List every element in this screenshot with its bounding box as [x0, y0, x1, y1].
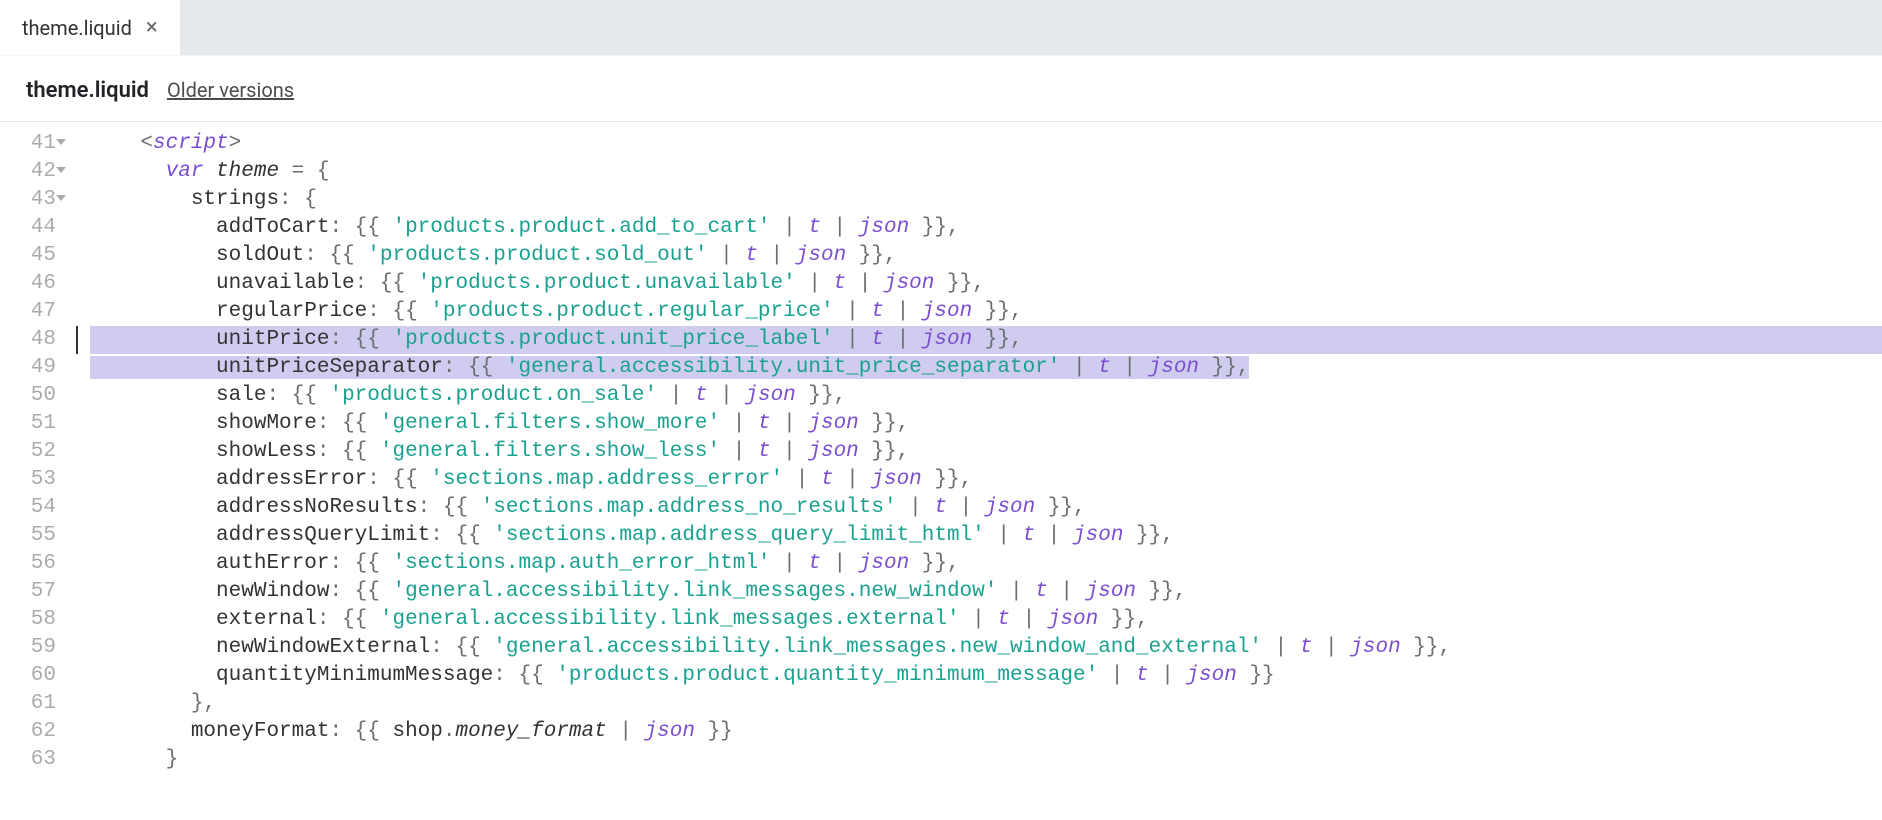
code-line[interactable]: regularPrice: {{ 'products.product.regul…: [90, 298, 1882, 326]
older-versions-link[interactable]: Older versions: [167, 78, 294, 102]
code-line[interactable]: quantityMinimumMessage: {{ 'products.pro…: [90, 662, 1882, 690]
code-line[interactable]: addressNoResults: {{ 'sections.map.addre…: [90, 494, 1882, 522]
line-number: 44: [0, 214, 56, 242]
line-number: 48: [0, 326, 56, 354]
code-line[interactable]: moneyFormat: {{ shop.money_format | json…: [90, 718, 1882, 746]
page-title: theme.liquid: [26, 78, 149, 103]
code-line[interactable]: showLess: {{ 'general.filters.show_less'…: [90, 438, 1882, 466]
code-line[interactable]: var theme = {: [90, 158, 1882, 186]
code-line[interactable]: newWindowExternal: {{ 'general.accessibi…: [90, 634, 1882, 662]
tab-bar: theme.liquid ×: [0, 0, 1882, 56]
line-gutter: 4041424344454647484950515253545556575859…: [0, 122, 62, 774]
code-editor[interactable]: 4041424344454647484950515253545556575859…: [0, 122, 1882, 774]
code-area[interactable]: <script> var theme = { strings: { addToC…: [62, 122, 1882, 774]
code-line[interactable]: addressError: {{ 'sections.map.address_e…: [90, 466, 1882, 494]
code-line[interactable]: showMore: {{ 'general.filters.show_more'…: [90, 410, 1882, 438]
code-line[interactable]: strings: {: [90, 186, 1882, 214]
tab-theme-liquid[interactable]: theme.liquid ×: [0, 0, 181, 55]
line-number: 54: [0, 494, 56, 522]
line-number: 41: [0, 130, 56, 158]
line-number: 51: [0, 410, 56, 438]
code-line[interactable]: external: {{ 'general.accessibility.link…: [90, 606, 1882, 634]
code-line[interactable]: },: [90, 690, 1882, 718]
code-line[interactable]: unitPriceSeparator: {{ 'general.accessib…: [90, 354, 1882, 382]
line-number: 61: [0, 690, 56, 718]
line-number: 59: [0, 634, 56, 662]
tab-label: theme.liquid: [22, 16, 132, 40]
line-number: 57: [0, 578, 56, 606]
line-number: 58: [0, 606, 56, 634]
code-line[interactable]: unitPrice: {{ 'products.product.unit_pri…: [90, 326, 1882, 354]
code-line[interactable]: authError: {{ 'sections.map.auth_error_h…: [90, 550, 1882, 578]
code-line[interactable]: <script>: [90, 130, 1882, 158]
file-header: theme.liquid Older versions: [0, 56, 1882, 122]
line-number: 56: [0, 550, 56, 578]
line-number: 46: [0, 270, 56, 298]
line-number: 47: [0, 298, 56, 326]
line-number: 52: [0, 438, 56, 466]
line-number: 55: [0, 522, 56, 550]
code-line[interactable]: }: [90, 746, 1882, 774]
code-line[interactable]: addressQueryLimit: {{ 'sections.map.addr…: [90, 522, 1882, 550]
code-line[interactable]: soldOut: {{ 'products.product.sold_out' …: [90, 242, 1882, 270]
line-number: 62: [0, 718, 56, 746]
line-number: 50: [0, 382, 56, 410]
line-number: 45: [0, 242, 56, 270]
line-number: 53: [0, 466, 56, 494]
code-line[interactable]: addToCart: {{ 'products.product.add_to_c…: [90, 214, 1882, 242]
code-line[interactable]: newWindow: {{ 'general.accessibility.lin…: [90, 578, 1882, 606]
line-number: 49: [0, 354, 56, 382]
line-number: 60: [0, 662, 56, 690]
code-line[interactable]: sale: {{ 'products.product.on_sale' | t …: [90, 382, 1882, 410]
cursor: [76, 326, 78, 354]
close-icon[interactable]: ×: [146, 17, 158, 39]
code-line[interactable]: unavailable: {{ 'products.product.unavai…: [90, 270, 1882, 298]
line-number: 43: [0, 186, 56, 214]
line-number: 42: [0, 158, 56, 186]
line-number: 63: [0, 746, 56, 774]
